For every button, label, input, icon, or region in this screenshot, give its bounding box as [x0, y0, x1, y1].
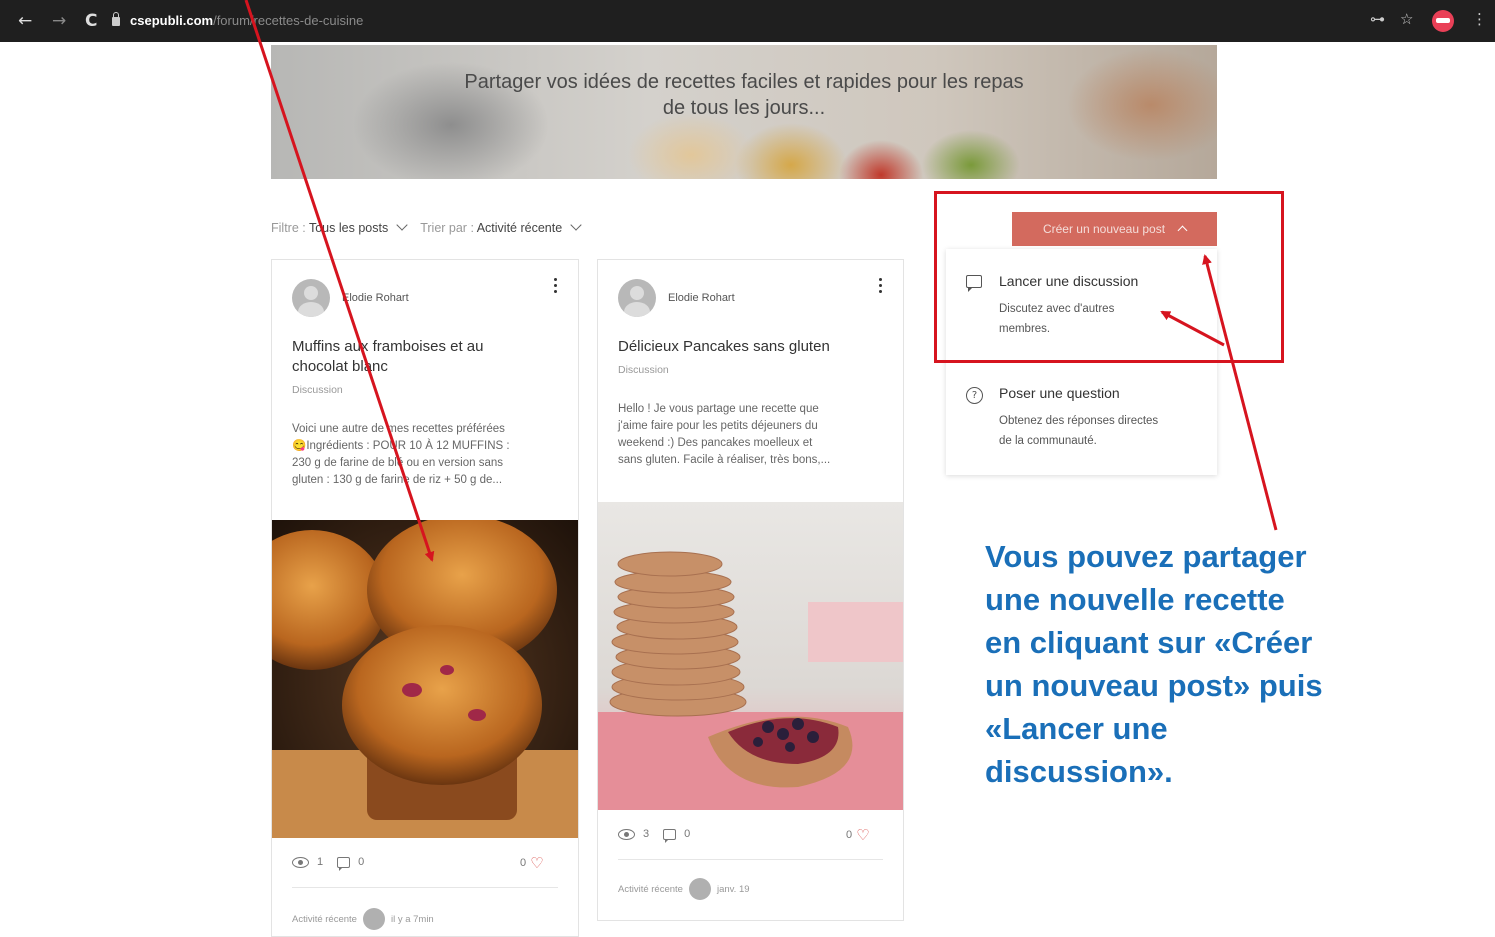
- post-category: Discussion: [618, 364, 669, 376]
- card-divider: [618, 859, 883, 860]
- description-line: de la communauté.: [999, 435, 1097, 447]
- activity-avatar[interactable]: [362, 908, 385, 930]
- excerpt-line: weekend :) Des pancakes moelleux et: [618, 437, 813, 449]
- url-host: csepubli.com: [130, 13, 214, 28]
- post-title-line: Muffins aux framboises et au: [292, 338, 484, 355]
- question-icon: ?: [966, 387, 983, 404]
- key-icon[interactable]: ⊶: [1370, 10, 1385, 28]
- menu-item-label: Poser une question: [999, 385, 1120, 401]
- views-icon: [618, 828, 635, 840]
- author-avatar[interactable]: [618, 279, 656, 317]
- post-category: Discussion: [292, 384, 343, 396]
- profile-avatar-icon[interactable]: [1432, 10, 1454, 32]
- post-stats: 1 0: [292, 856, 365, 871]
- post-title-line: chocolat blanc: [292, 358, 388, 375]
- annotation-highlight-box: [934, 191, 1284, 363]
- lock-icon: [112, 12, 120, 26]
- post-author[interactable]: Elodie Rohart: [668, 292, 735, 304]
- excerpt-line: Voici une autre de mes recettes préférée…: [292, 423, 505, 435]
- likes[interactable]: 0 ♡: [846, 826, 870, 844]
- chevron-down-icon[interactable]: [396, 219, 408, 231]
- browser-menu-icon[interactable]: ⋮: [1472, 10, 1487, 28]
- url-path: /forum/recettes-de-cuisine: [213, 13, 364, 28]
- hero-title-line: de tous les jours...: [662, 97, 826, 119]
- annotation-text: Vous pouvez partager une nouvelle recett…: [985, 535, 1385, 793]
- filter-label: Filtre :: [271, 221, 309, 235]
- activity-label: Activité récente: [292, 913, 357, 925]
- post-title[interactable]: Muffins aux framboises et au chocolat bl…: [292, 337, 483, 377]
- more-options-icon[interactable]: [552, 278, 558, 296]
- annotation-line: en cliquant sur «Créer: [985, 625, 1313, 660]
- sort-label: Trier par :: [420, 221, 477, 235]
- back-arrow-icon[interactable]: ←: [18, 11, 32, 31]
- description-line: Obtenez des réponses directes: [999, 415, 1159, 427]
- forum-hero-banner: Partager vos idées de recettes faciles e…: [271, 45, 1217, 179]
- excerpt-line: 😋Ingrédients : POUR 10 À 12 MUFFINS :: [292, 440, 510, 452]
- post-excerpt: Hello ! Je vous partage une recette que …: [618, 401, 830, 469]
- annotation-line: Vous pouvez partager: [985, 539, 1307, 574]
- post-card[interactable]: Elodie Rohart Muffins aux framboises et …: [271, 259, 579, 937]
- heart-icon[interactable]: ♡: [530, 854, 543, 872]
- comments-icon[interactable]: [337, 856, 351, 871]
- sort-dropdown[interactable]: Activité récente: [477, 221, 562, 235]
- likes-count: 0: [520, 857, 527, 869]
- activity-avatar[interactable]: [688, 878, 711, 900]
- chevron-down-icon[interactable]: [570, 219, 582, 231]
- activity-time: janv. 19: [716, 883, 750, 895]
- annotation-line: «Lancer une: [985, 711, 1168, 746]
- likes-count: 0: [846, 829, 853, 841]
- more-options-icon[interactable]: [877, 278, 883, 296]
- excerpt-line: sans gluten. Facile à réaliser, très bon…: [618, 454, 831, 466]
- hero-title: Partager vos idées de recettes faciles e…: [371, 69, 1117, 121]
- hero-title-line: Partager vos idées de recettes faciles e…: [464, 71, 1024, 93]
- post-title[interactable]: Délicieux Pancakes sans gluten: [618, 337, 830, 357]
- comments-icon[interactable]: [663, 828, 677, 843]
- reload-icon[interactable]: C: [85, 11, 97, 31]
- post-excerpt: Voici une autre de mes recettes préférée…: [292, 421, 510, 489]
- browser-toolbar: ← → C csepubli.com/forum/recettes-de-cui…: [0, 0, 1495, 42]
- recent-activity: Activité récente janv. 19: [618, 878, 750, 900]
- excerpt-line: Hello ! Je vous partage une recette que: [618, 403, 819, 415]
- filter-dropdown[interactable]: Tous les posts: [309, 221, 388, 235]
- likes[interactable]: 0 ♡: [520, 854, 544, 872]
- post-stats: 3 0: [618, 828, 691, 843]
- post-author[interactable]: Elodie Rohart: [342, 292, 409, 304]
- muffins-photo[interactable]: [272, 520, 578, 838]
- excerpt-line: 230 g de farine de blé ou en version san…: [292, 457, 503, 469]
- post-title-line: Délicieux Pancakes sans gluten: [618, 338, 830, 355]
- excerpt-line: gluten : 130 g de farine de riz + 50 g d…: [292, 474, 503, 486]
- annotation-line: un nouveau post» puis: [985, 668, 1323, 703]
- menu-item-description: Obtenez des réponses directes de la comm…: [999, 411, 1158, 451]
- author-avatar[interactable]: [292, 279, 330, 317]
- views-count: 1: [317, 856, 324, 868]
- filter-bar: Filtre : Tous les posts Trier par : Activ…: [271, 219, 594, 235]
- pancakes-photo[interactable]: [598, 502, 903, 810]
- comments-count: 0: [358, 856, 365, 868]
- activity-time: il y a 7min: [390, 913, 434, 925]
- post-card[interactable]: Elodie Rohart Délicieux Pancakes sans gl…: [597, 259, 904, 921]
- recent-activity: Activité récente il y a 7min: [292, 908, 434, 930]
- excerpt-line: j'aime faire pour les petits déjeuners d…: [618, 420, 818, 432]
- address-bar[interactable]: csepubli.com/forum/recettes-de-cuisine: [112, 9, 1332, 33]
- heart-icon[interactable]: ♡: [856, 826, 869, 844]
- annotation-line: une nouvelle recette: [985, 582, 1285, 617]
- comments-count: 0: [684, 828, 691, 840]
- forward-arrow-icon[interactable]: →: [52, 11, 66, 31]
- activity-label: Activité récente: [618, 883, 683, 895]
- star-icon[interactable]: ☆: [1400, 10, 1413, 28]
- views-icon: [292, 856, 309, 868]
- views-count: 3: [643, 828, 650, 840]
- annotation-line: discussion».: [985, 754, 1173, 789]
- card-divider: [292, 887, 558, 888]
